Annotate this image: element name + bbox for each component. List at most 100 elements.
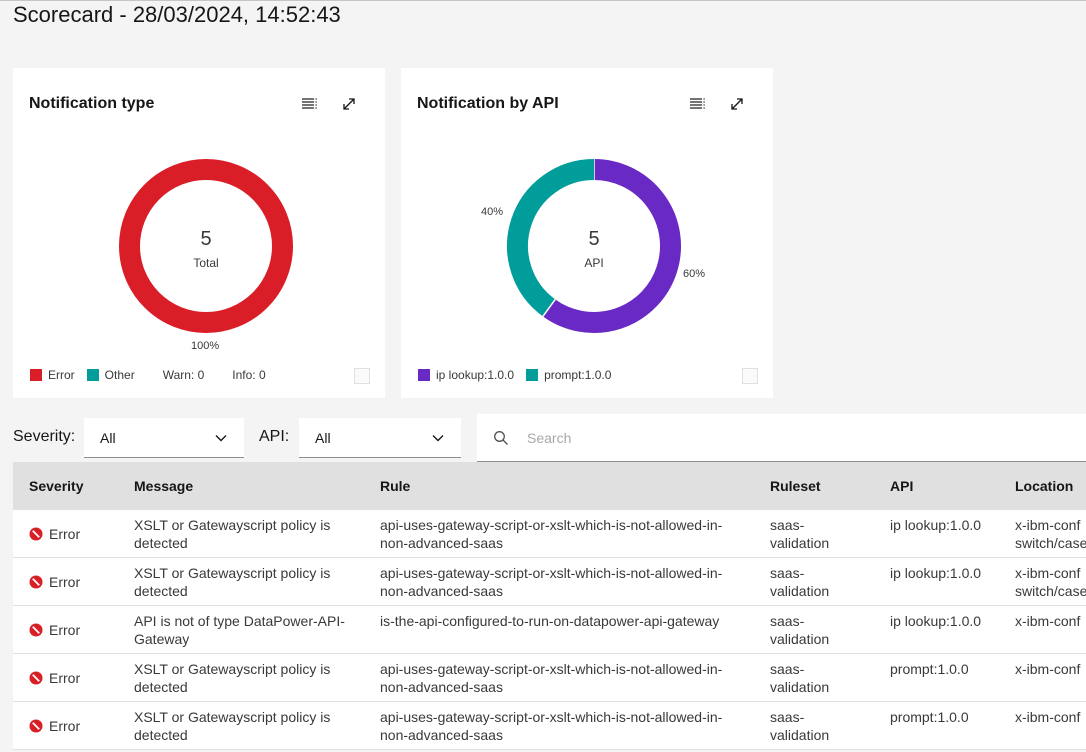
slice-label-prompt: 40% bbox=[481, 206, 504, 218]
error-icon bbox=[29, 527, 43, 541]
api-filter-label: API: bbox=[259, 428, 290, 445]
column-header-ruleset[interactable]: Ruleset bbox=[770, 478, 821, 494]
severity-dropdown[interactable]: All bbox=[84, 418, 244, 458]
card-title: Notification by API bbox=[417, 95, 559, 112]
column-header-location[interactable]: Location bbox=[1015, 478, 1073, 494]
search-input[interactable] bbox=[525, 414, 1069, 462]
ruleset-cell: saas-validation bbox=[770, 517, 830, 551]
location-cell: x-ibm-conf bbox=[1015, 709, 1081, 725]
legend: Error Other Warn: 0 Info: 0 bbox=[30, 368, 278, 382]
ruleset-cell: saas-validation bbox=[770, 661, 830, 695]
notification-by-api-card: Notification by API 5 API 60% 40% ip loo… bbox=[401, 68, 773, 398]
column-header-rule[interactable]: Rule bbox=[380, 478, 410, 494]
rule-cell: api-uses-gateway-script-or-xslt-which-is… bbox=[380, 661, 723, 695]
message-cell: XSLT or Gatewayscript policy is detected bbox=[134, 517, 331, 551]
api-cell: ip lookup:1.0.0 bbox=[890, 565, 982, 581]
maximize-icon bbox=[343, 98, 355, 110]
severity-text: Error bbox=[49, 574, 81, 590]
severity-cell: Error bbox=[29, 670, 80, 686]
legend-label: prompt:1.0.0 bbox=[544, 368, 612, 382]
rule-cell: api-uses-gateway-script-or-xslt-which-is… bbox=[380, 565, 723, 599]
column-header-message[interactable]: Message bbox=[134, 478, 193, 494]
location-cell: x-ibm-conf switch/case bbox=[1015, 517, 1086, 551]
slice-label-error: 100% bbox=[191, 340, 220, 352]
message-cell: XSLT or Gatewayscript policy is detected bbox=[134, 565, 331, 599]
column-header-severity[interactable]: Severity bbox=[29, 478, 83, 494]
legend-swatch bbox=[418, 369, 430, 381]
legend-item-error[interactable]: Error bbox=[30, 368, 75, 382]
page-title: Scorecard - 28/03/2024, 14:52:43 bbox=[13, 2, 341, 27]
legend-info: Info: 0 bbox=[232, 368, 266, 382]
message-cell: API is not of type DataPower-API-Gateway bbox=[134, 613, 345, 647]
maximize-button[interactable] bbox=[339, 94, 359, 114]
legend-label: ip lookup:1.0.0 bbox=[436, 368, 515, 382]
message-cell: XSLT or Gatewayscript policy is detected bbox=[134, 661, 331, 695]
table-row[interactable]: Error XSLT or Gatewayscript policy is det… bbox=[13, 510, 1086, 558]
severity-cell: Error bbox=[29, 622, 80, 638]
donut-center-value: 5 bbox=[200, 228, 212, 250]
chevron-down-icon bbox=[215, 435, 227, 442]
maximize-button[interactable] bbox=[727, 94, 747, 114]
legend-swatch bbox=[526, 369, 539, 381]
donut-center-label: Total bbox=[193, 256, 219, 270]
chart-toggle-box[interactable] bbox=[354, 368, 370, 384]
table-row[interactable]: Error API is not of type DataPower-API-Ga… bbox=[13, 606, 1086, 654]
table-view-button[interactable] bbox=[299, 94, 319, 114]
severity-text: Error bbox=[49, 526, 81, 542]
chart-toggle-box[interactable] bbox=[742, 368, 758, 384]
api-cell: prompt:1.0.0 bbox=[890, 661, 969, 677]
legend-swatch bbox=[30, 369, 42, 381]
column-header-api[interactable]: API bbox=[890, 478, 913, 494]
ruleset-cell: saas-validation bbox=[770, 613, 830, 647]
error-icon bbox=[29, 575, 43, 589]
notification-type-card: Notification type 5 Total 100% Error Oth… bbox=[13, 68, 385, 398]
table-row[interactable]: Error XSLT or Gatewayscript policy is det… bbox=[13, 702, 1086, 750]
card-title: Notification type bbox=[29, 95, 155, 112]
maximize-icon bbox=[731, 98, 743, 110]
severity-text: Error bbox=[49, 622, 81, 638]
severity-cell: Error bbox=[29, 526, 80, 542]
api-cell: ip lookup:1.0.0 bbox=[890, 517, 982, 533]
legend-item-other[interactable]: Other bbox=[86, 368, 135, 382]
location-cell: x-ibm-conf bbox=[1015, 613, 1081, 629]
legend-warn: Warn: 0 bbox=[162, 368, 205, 382]
table-row[interactable]: Error XSLT or Gatewayscript policy is det… bbox=[13, 654, 1086, 702]
severity-text: Error bbox=[49, 670, 81, 686]
location-cell: x-ibm-conf bbox=[1015, 661, 1081, 677]
error-icon bbox=[29, 719, 43, 733]
location-cell: x-ibm-conf switch/case bbox=[1015, 565, 1086, 599]
rule-cell: is-the-api-configured-to-run-on-datapowe… bbox=[380, 613, 720, 629]
legend-label: Other bbox=[104, 368, 135, 382]
donut-center-value: 5 bbox=[588, 228, 600, 250]
legend-label: Error bbox=[48, 368, 75, 382]
chevron-down-icon bbox=[432, 435, 444, 442]
message-cell: XSLT or Gatewayscript policy is detected bbox=[134, 709, 331, 743]
legend-swatch bbox=[86, 369, 99, 381]
table-row[interactable]: Error XSLT or Gatewayscript policy is det… bbox=[13, 558, 1086, 606]
rule-cell: api-uses-gateway-script-or-xslt-which-is… bbox=[380, 709, 723, 743]
table-header: Severity Message Rule Ruleset API Locati… bbox=[13, 462, 1086, 510]
severity-dropdown-value: All bbox=[100, 429, 116, 446]
api-dropdown-value: All bbox=[315, 429, 331, 446]
ruleset-cell: saas-validation bbox=[770, 565, 830, 599]
api-cell: ip lookup:1.0.0 bbox=[890, 613, 982, 629]
api-cell: prompt:1.0.0 bbox=[890, 709, 969, 725]
ruleset-cell: saas-validation bbox=[770, 709, 830, 743]
error-icon bbox=[29, 671, 43, 685]
table-view-button[interactable] bbox=[687, 94, 707, 114]
donut-center-label: API bbox=[584, 256, 604, 270]
severity-cell: Error bbox=[29, 718, 80, 734]
slice-label-ip-lookup: 60% bbox=[683, 268, 706, 280]
list-icon bbox=[302, 98, 317, 109]
legend: ip lookup:1.0.0 prompt:1.0.0 bbox=[418, 368, 623, 382]
search-box bbox=[477, 414, 1086, 462]
search-icon bbox=[494, 431, 508, 445]
severity-cell: Error bbox=[29, 574, 80, 590]
api-dropdown[interactable]: All bbox=[299, 418, 461, 458]
severity-filter-label: Severity: bbox=[13, 428, 76, 445]
list-icon bbox=[690, 98, 705, 109]
rule-cell: api-uses-gateway-script-or-xslt-which-is… bbox=[380, 517, 723, 551]
legend-item-ip-lookup[interactable]: ip lookup:1.0.0 bbox=[418, 368, 514, 382]
error-icon bbox=[29, 623, 43, 637]
legend-item-prompt[interactable]: prompt:1.0.0 bbox=[526, 368, 611, 382]
